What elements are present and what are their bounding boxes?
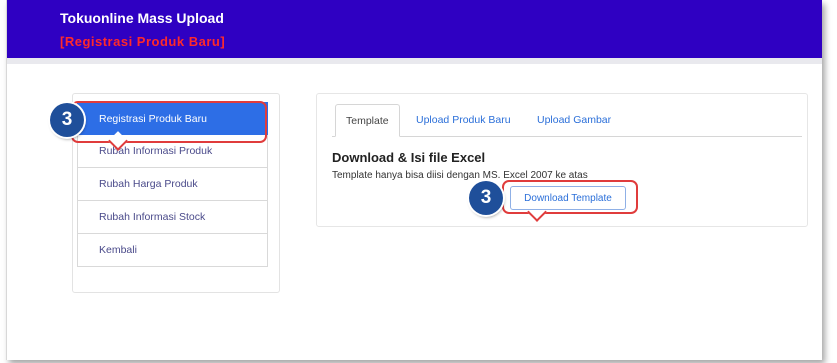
sidebar-item-rubah-harga-produk[interactable]: Rubah Harga Produk bbox=[77, 168, 268, 201]
app-title: Tokuonline Mass Upload bbox=[60, 10, 224, 26]
section-heading: Download & Isi file Excel bbox=[332, 150, 486, 165]
tab-label: Upload Produk Baru bbox=[416, 114, 511, 126]
tab-template[interactable]: Template bbox=[335, 104, 400, 137]
tab-upload-gambar[interactable]: Upload Gambar bbox=[527, 104, 621, 136]
download-template-button[interactable]: Download Template bbox=[510, 186, 626, 210]
step-badge-button: 3 bbox=[469, 181, 503, 215]
page-subtitle: [Registrasi Produk Baru] bbox=[60, 34, 226, 49]
sidebar-item-kembali[interactable]: Kembali bbox=[77, 234, 268, 267]
tab-upload-produk-baru[interactable]: Upload Produk Baru bbox=[406, 104, 521, 136]
tab-label: Upload Gambar bbox=[537, 114, 612, 126]
sidebar-item-rubah-informasi-stock[interactable]: Rubah Informasi Stock bbox=[77, 201, 268, 234]
sidebar-item-label: Rubah Informasi Stock bbox=[99, 211, 206, 223]
sidebar-item-label: Rubah Harga Produk bbox=[99, 178, 198, 190]
header-divider bbox=[7, 58, 822, 64]
header-bar: Tokuonline Mass Upload [Registrasi Produ… bbox=[7, 0, 822, 58]
highlight-callout-menu bbox=[71, 101, 267, 151]
sidebar-item-label: Kembali bbox=[99, 244, 137, 256]
tab-bar: Template Upload Produk Baru Upload Gamba… bbox=[332, 104, 802, 137]
step-badge-menu: 3 bbox=[50, 103, 84, 137]
tab-label: Template bbox=[346, 114, 389, 127]
